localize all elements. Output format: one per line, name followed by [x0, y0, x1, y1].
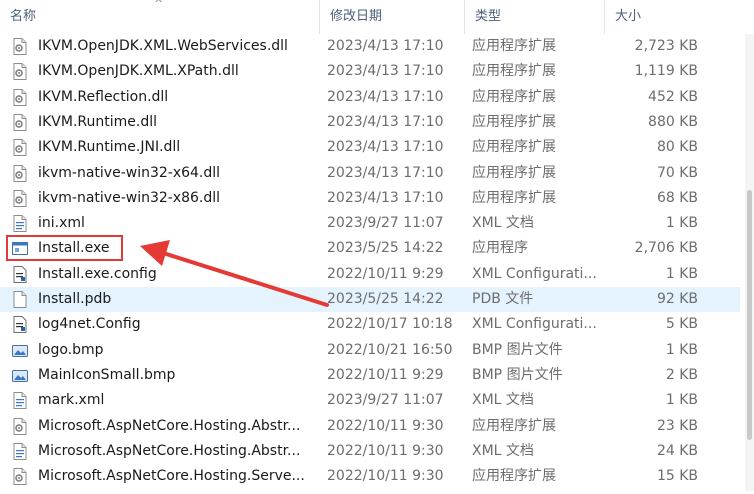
annotation-arrow-icon	[140, 240, 329, 307]
